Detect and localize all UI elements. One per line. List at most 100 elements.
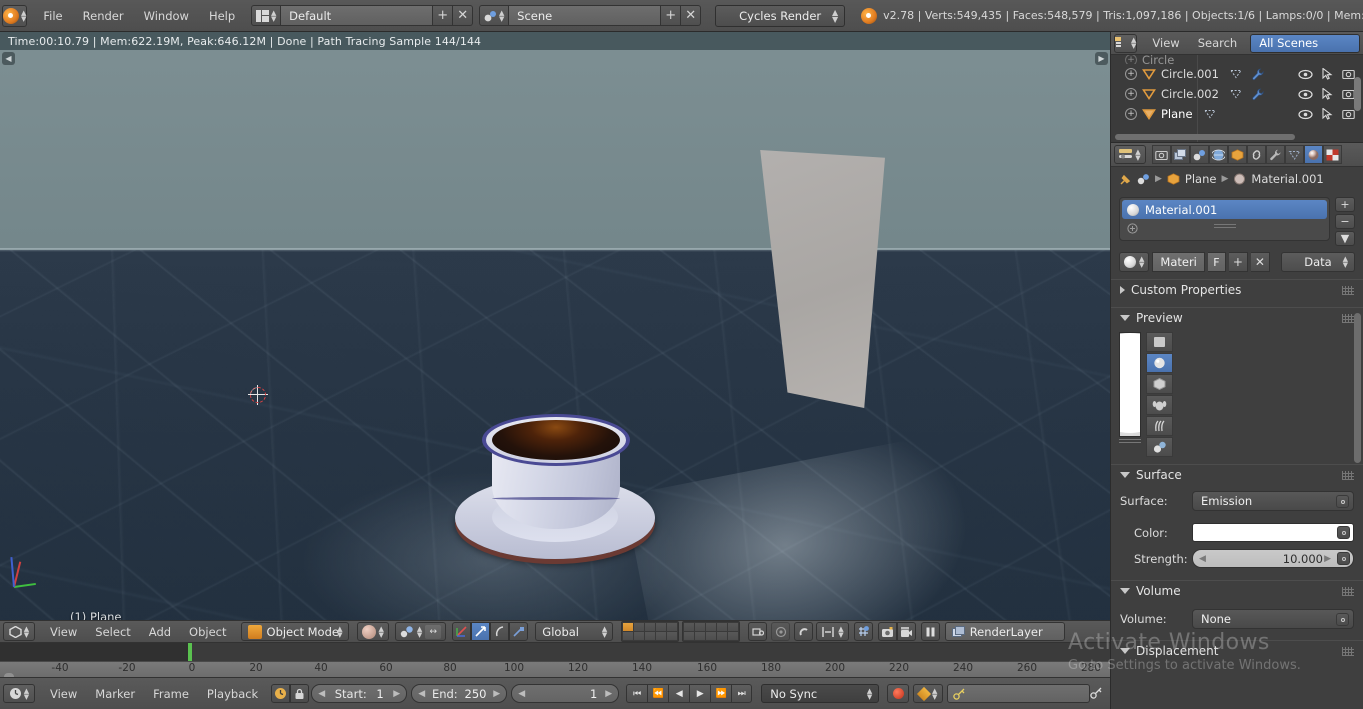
jump-to-start-button[interactable]: ⏮ — [626, 684, 647, 703]
remove-material-slot-button[interactable]: − — [1335, 214, 1355, 229]
properties-tab-material[interactable] — [1304, 145, 1323, 164]
render-animation-button[interactable] — [897, 622, 916, 641]
surface-strength-slider[interactable]: ◀ 10.000 ▶ — [1192, 549, 1354, 568]
material-browse-button[interactable]: ▲ ▼ — [1119, 252, 1149, 272]
viewport-collapse-right-icon[interactable]: ▶ — [1095, 52, 1108, 65]
expand-icon[interactable]: + — [1125, 88, 1137, 100]
properties-vertical-scrollbar[interactable] — [1354, 313, 1361, 463]
eye-icon[interactable] — [1298, 69, 1313, 80]
material-link-select[interactable]: Data ▲ ▼ — [1281, 252, 1355, 272]
delete-scene-button[interactable]: ✕ — [681, 5, 701, 26]
next-keyframe-button[interactable]: ⏩ — [710, 684, 731, 703]
eye-icon[interactable] — [1298, 89, 1313, 100]
camera-icon[interactable] — [1342, 68, 1355, 80]
layer-cell[interactable] — [695, 623, 705, 631]
outliner-row-partial[interactable]: + Circle — [1111, 55, 1363, 64]
panel-header-custom-properties[interactable]: Custom Properties — [1111, 279, 1363, 300]
layer-cell[interactable] — [717, 623, 727, 631]
add-material-slot-button[interactable]: + — [1335, 197, 1355, 212]
material-slot-specials-button[interactable]: ▼ — [1335, 231, 1355, 246]
start-frame-field[interactable]: ◀ Start: 1 ▶ — [311, 684, 407, 703]
menu-window[interactable]: Window — [134, 6, 199, 26]
3d-viewport[interactable]: (1) Plane Time:00:10.79 | Mem:622.19M, P… — [0, 32, 1110, 620]
timeline-menu-frame[interactable]: Frame — [144, 685, 198, 703]
list-resize-grip[interactable] — [1214, 224, 1236, 230]
increment-icon[interactable]: ▶ — [493, 689, 500, 699]
layer-cell[interactable] — [717, 632, 727, 640]
mesh-data-icon[interactable] — [1203, 108, 1217, 120]
menu-help[interactable]: Help — [199, 6, 245, 26]
render-layer-select[interactable]: RenderLayer — [945, 622, 1065, 641]
mesh-data-icon[interactable] — [1229, 68, 1243, 80]
outliner-row-plane[interactable]: + Plane — [1111, 104, 1363, 124]
scene-name[interactable]: Scene — [509, 5, 661, 26]
layer-cell[interactable] — [634, 623, 644, 631]
timeline-menu-view[interactable]: View — [41, 685, 86, 703]
properties-tab-modifiers[interactable] — [1266, 145, 1285, 164]
layer-cell[interactable] — [623, 623, 633, 631]
wrench-icon[interactable] — [1251, 68, 1265, 81]
outliner-row-circle-001[interactable]: + Circle.001 — [1111, 64, 1363, 84]
unlink-material-button[interactable]: ✕ — [1251, 252, 1270, 272]
outliner-horizontal-scrollbar[interactable] — [1115, 134, 1295, 140]
auto-keyframe-button[interactable] — [271, 684, 290, 703]
cursor-arrow-icon[interactable] — [1322, 108, 1333, 120]
link-socket-icon[interactable] — [1336, 613, 1349, 626]
editor-type-3dview-icon[interactable]: ▲ ▼ — [3, 622, 35, 641]
properties-tab-world[interactable] — [1209, 145, 1228, 164]
link-socket-icon[interactable] — [1336, 495, 1349, 508]
layer-cell[interactable] — [728, 623, 738, 631]
viewport-menu-add[interactable]: Add — [140, 623, 180, 641]
outliner-vertical-scrollbar[interactable] — [1354, 77, 1361, 111]
preview-resize-grip[interactable] — [1119, 439, 1141, 444]
manipulate-center-points-icon[interactable]: ↔ — [425, 625, 441, 639]
properties-tab-object[interactable] — [1228, 145, 1247, 164]
outliner-menu-search[interactable]: Search — [1189, 34, 1247, 52]
layer-cell[interactable] — [667, 632, 677, 640]
pin-icon[interactable] — [1119, 173, 1132, 186]
layer-cell[interactable] — [656, 623, 666, 631]
active-keying-set-field[interactable] — [947, 684, 1090, 703]
viewport-collapse-left-icon[interactable]: ◀ — [2, 52, 15, 65]
add-layout-button[interactable]: + — [433, 5, 453, 26]
layer-cell[interactable] — [695, 632, 705, 640]
scene-icon[interactable]: ▲ ▼ — [479, 5, 509, 26]
transform-orientation-select[interactable]: Global ▲ ▼ — [535, 622, 613, 641]
sync-mode-select[interactable]: No Sync ▲ ▼ — [761, 684, 879, 703]
decrement-icon[interactable]: ◀ — [418, 689, 425, 699]
volume-shader-select[interactable]: None — [1192, 609, 1354, 629]
properties-tab-render[interactable] — [1152, 145, 1171, 164]
properties-tab-texture[interactable] — [1323, 145, 1342, 164]
new-material-button[interactable]: + — [1229, 252, 1248, 272]
layer-cell[interactable] — [645, 632, 655, 640]
editor-type-timeline-icon[interactable]: ▲ ▼ — [3, 684, 35, 703]
menu-render[interactable]: Render — [73, 6, 134, 26]
manipulator-toggle-button[interactable] — [452, 622, 471, 641]
viewport-menu-object[interactable]: Object — [180, 623, 235, 641]
scene-layers-group-1[interactable] — [621, 621, 679, 642]
lock-to-scene-button[interactable] — [748, 622, 767, 641]
pause-render-button[interactable] — [921, 622, 940, 641]
render-still-button[interactable] — [878, 622, 897, 641]
fake-user-button[interactable]: F — [1208, 252, 1226, 272]
keying-set-add-icon[interactable] — [1090, 686, 1107, 702]
snap-element-button[interactable] — [854, 622, 873, 641]
end-frame-field[interactable]: ◀ End: 250 ▶ — [411, 684, 507, 703]
timeline-menu-marker[interactable]: Marker — [86, 685, 144, 703]
viewport-menu-view[interactable]: View — [41, 623, 86, 641]
current-frame-field[interactable]: ◀ 1 ▶ — [511, 684, 619, 703]
surface-color-swatch[interactable] — [1192, 523, 1354, 542]
eye-icon[interactable] — [1298, 109, 1313, 120]
outliner-menu-view[interactable]: View — [1143, 34, 1188, 52]
camera-icon[interactable] — [1342, 108, 1355, 120]
outliner-row-circle-002[interactable]: + Circle.002 — [1111, 84, 1363, 104]
blender-logo-icon[interactable]: ▲ ▼ — [2, 5, 27, 27]
preview-sphere-button[interactable] — [1146, 353, 1173, 373]
timeline-editor[interactable]: -40 -20 0 20 40 60 80 100 120 140 160 18… — [0, 643, 1110, 709]
panel-header-displacement[interactable]: Displacement — [1111, 640, 1363, 661]
3d-cursor-icon[interactable] — [248, 385, 268, 405]
increment-icon[interactable]: ▶ — [605, 689, 612, 699]
decrement-icon[interactable]: ◀ — [318, 689, 325, 699]
panel-header-volume[interactable]: Volume — [1111, 580, 1363, 601]
material-name-field[interactable]: Materi — [1152, 252, 1204, 272]
